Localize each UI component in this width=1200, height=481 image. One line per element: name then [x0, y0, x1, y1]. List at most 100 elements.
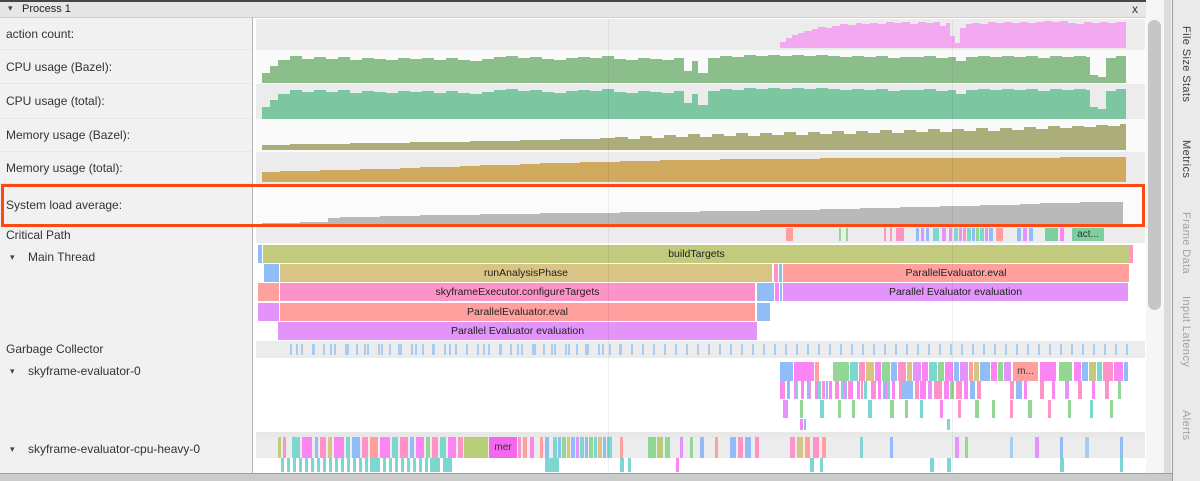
trace-slice[interactable]	[362, 437, 368, 458]
trace-slice[interactable]	[967, 228, 971, 241]
trace-slice[interactable]	[299, 458, 302, 472]
trace-slice[interactable]	[775, 283, 779, 301]
trace-slice[interactable]	[916, 228, 919, 241]
trace-slice[interactable]	[1059, 362, 1072, 381]
trace-slice[interactable]	[1092, 381, 1095, 399]
trace-slice[interactable]	[619, 344, 621, 355]
trace-slice[interactable]	[430, 458, 440, 472]
trace-slice[interactable]	[620, 437, 623, 458]
trace-slice[interactable]	[875, 362, 881, 381]
trace-slice[interactable]	[809, 381, 811, 399]
trace-slice[interactable]	[783, 381, 785, 399]
trace-slice[interactable]	[1089, 362, 1096, 381]
trace-slice[interactable]	[1035, 437, 1039, 458]
trace-slice[interactable]	[565, 344, 567, 355]
trace-slice[interactable]	[800, 400, 803, 418]
trace-slice[interactable]	[432, 437, 438, 458]
trace-slice[interactable]	[296, 344, 298, 355]
trace-slice[interactable]	[1052, 381, 1055, 399]
trace-slice[interactable]	[400, 344, 402, 355]
counter-chart-cpu-bazel[interactable]	[256, 50, 1145, 84]
trace-slice[interactable]	[913, 362, 921, 381]
trace-slice[interactable]	[970, 381, 975, 399]
trace-slice[interactable]	[878, 381, 881, 399]
trace-slice[interactable]	[1048, 400, 1051, 418]
trace-slice[interactable]	[779, 264, 782, 282]
trace-slice[interactable]	[370, 437, 378, 458]
trace-slice[interactable]	[833, 362, 849, 381]
trace-slice[interactable]	[576, 344, 578, 355]
trace-slice[interactable]	[381, 344, 383, 355]
sidebar-tab-input-latency[interactable]: Input Latency	[1180, 296, 1192, 367]
trace-slice[interactable]	[395, 458, 398, 472]
trace-slice[interactable]	[850, 362, 858, 381]
trace-slice[interactable]	[568, 344, 570, 355]
trace-slice[interactable]	[697, 344, 699, 355]
trace-slice[interactable]	[690, 437, 693, 458]
trace-slice[interactable]	[926, 228, 929, 241]
trace-slice[interactable]	[780, 283, 782, 301]
trace-slice[interactable]	[965, 437, 968, 458]
collapse-main-thread-icon[interactable]: ▾	[10, 248, 15, 266]
trace-slice[interactable]	[840, 344, 842, 355]
trace-slice[interactable]	[334, 344, 336, 355]
trace-slice[interactable]	[848, 381, 850, 399]
trace-slice[interactable]	[365, 458, 368, 472]
trace-slice[interactable]	[1082, 344, 1084, 355]
trace-slice[interactable]	[1017, 228, 1021, 241]
trace-slice[interactable]	[960, 362, 968, 381]
trace-slice[interactable]	[448, 437, 456, 458]
trace-slice[interactable]	[444, 344, 446, 355]
trace-slice[interactable]	[921, 228, 924, 241]
trace-slice[interactable]	[1016, 344, 1018, 355]
trace-slice[interactable]	[996, 228, 1003, 241]
trace-slice[interactable]	[389, 458, 392, 472]
trace-slice[interactable]	[838, 400, 841, 418]
trace-slice[interactable]	[980, 228, 984, 241]
trace-slice[interactable]	[483, 344, 485, 355]
trace-slice[interactable]	[1060, 228, 1064, 241]
trace-slice[interactable]	[928, 381, 932, 399]
trace-slice[interactable]	[857, 381, 860, 399]
trace-slice[interactable]	[972, 344, 974, 355]
trace-slice[interactable]	[283, 437, 286, 458]
trace-slice[interactable]	[826, 381, 828, 399]
trace-slice[interactable]	[807, 344, 809, 355]
trace-slice[interactable]	[1060, 344, 1062, 355]
trace-slice[interactable]	[922, 362, 928, 381]
trace-slice[interactable]	[290, 344, 292, 355]
trace-slice[interactable]	[874, 381, 876, 399]
trace-slice[interactable]	[920, 381, 926, 399]
trace-slice[interactable]	[440, 437, 446, 458]
trace-slice[interactable]	[805, 437, 810, 458]
trace-slice[interactable]	[783, 400, 788, 418]
trace-slice[interactable]	[807, 381, 809, 399]
horizontal-scrollbar[interactable]	[0, 473, 1172, 481]
trace-slice[interactable]	[571, 437, 575, 458]
trace-slice[interactable]	[305, 458, 308, 472]
trace-slice[interactable]	[841, 381, 844, 399]
trace-slice[interactable]	[594, 437, 597, 458]
trace-slice[interactable]	[543, 344, 545, 355]
collapse-skyframe-evaluator-cpu-heavy-0-icon[interactable]: ▾	[10, 440, 15, 458]
trace-slice[interactable]	[884, 228, 886, 241]
trace-slice[interactable]	[1120, 458, 1123, 472]
trace-slice[interactable]	[815, 362, 819, 381]
trace-slice[interactable]	[488, 344, 490, 355]
trace-slice[interactable]	[411, 344, 413, 355]
trace-slice[interactable]	[258, 245, 262, 263]
trace-slice[interactable]	[730, 437, 736, 458]
trace-slice[interactable]	[860, 437, 863, 458]
trace-slice[interactable]	[938, 362, 944, 381]
trace-slice[interactable]	[1060, 437, 1063, 458]
trace-slice[interactable]	[964, 381, 968, 399]
trace-slice[interactable]	[998, 362, 1003, 381]
trace-slice[interactable]	[383, 458, 386, 472]
trace-slice[interactable]	[359, 458, 362, 472]
trace-slice[interactable]	[801, 381, 804, 399]
trace-slice[interactable]	[500, 344, 502, 355]
trace-slice[interactable]	[315, 437, 318, 458]
trace-slice[interactable]	[845, 381, 847, 399]
trace-slice[interactable]	[1049, 344, 1051, 355]
trace-slice[interactable]	[311, 458, 314, 472]
